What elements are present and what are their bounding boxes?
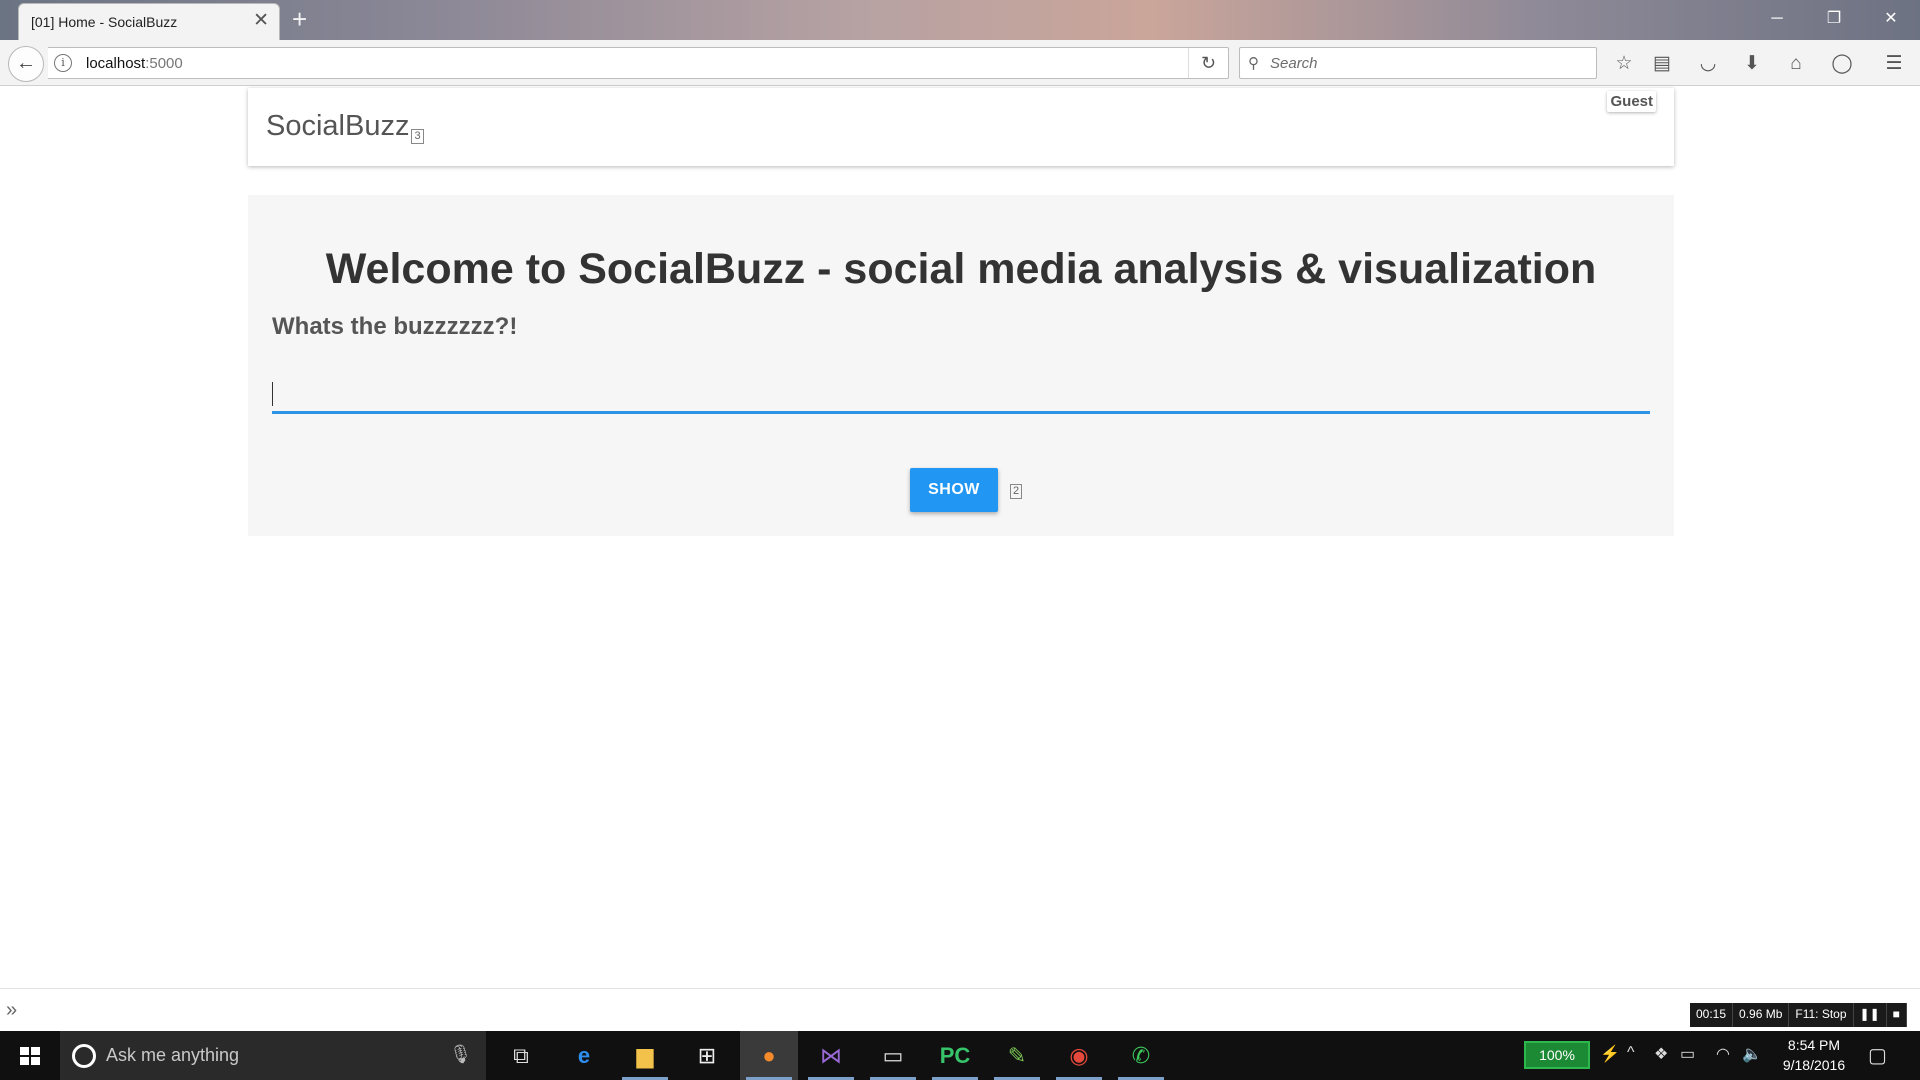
browser-search-box[interactable]: ⚲ Search [1239,47,1597,79]
hamburger-menu-icon[interactable]: ☰ [1880,50,1908,78]
site-info-icon[interactable]: i [54,54,72,72]
microphone-icon[interactable]: 🎙 [449,1044,472,1065]
notepad-icon[interactable]: ✎ [988,1031,1046,1080]
action-center-icon[interactable]: ▢ [1868,1043,1887,1068]
store-icon[interactable]: ⊞ [678,1031,736,1080]
file-explorer-icon[interactable]: ▆ [616,1031,674,1080]
windows-logo-icon [20,1047,40,1065]
edge-icon[interactable]: e [555,1031,613,1080]
pocket-icon[interactable]: ◡ [1694,50,1722,78]
dropbox-icon[interactable]: ❖ [1654,1044,1668,1064]
text-caret [272,382,273,406]
pycharm-icon[interactable]: PC [926,1031,984,1080]
task-view-icon[interactable]: ⧉ [492,1031,550,1080]
devtools-bar: » [0,988,1920,1031]
search-icon: ⚲ [1248,55,1259,72]
reading-list-icon[interactable]: ▤ [1648,50,1676,78]
minimize-icon[interactable]: ─ [1754,2,1800,36]
browser-navbar: ← i localhost:5000 ↻ ⚲ Search ☆ ▤ ◡ ⬇ ⌂ … [0,40,1920,86]
pause-icon[interactable]: ❚❚ [1854,1003,1887,1027]
battery-percentage[interactable]: 100% [1524,1041,1590,1069]
tab-title: [01] Home - SocialBuzz [31,14,178,30]
terminal-icon[interactable]: ▭ [864,1031,922,1080]
windows-taskbar: Ask me anything 🎙 ⧉ e ▆ ⊞ ● ⋈ ▭ PC ✎ ◉ ✆… [0,1031,1920,1080]
buzz-search-input[interactable] [272,370,1650,414]
search-prompt-label: Whats the buzzzzzz?! [272,313,518,340]
recorder-time: 00:15 [1690,1003,1734,1027]
cortana-placeholder: Ask me anything [106,1045,240,1065]
brand-badge: 3 [411,129,424,144]
tab-close-icon[interactable]: ✕ [253,10,269,32]
new-tab-button[interactable]: + [292,4,307,34]
bookmark-star-icon[interactable]: ☆ [1610,50,1638,78]
whatsapp-icon[interactable]: ✆ [1112,1031,1170,1080]
url-bar[interactable]: i localhost:5000 ↻ [48,47,1229,79]
chrome-icon[interactable]: ◉ [1050,1031,1108,1080]
recorder-stop-hint: F11: Stop [1789,1003,1854,1027]
brand-title[interactable]: SocialBuzz 3 [266,110,424,144]
show-hidden-icons-icon[interactable]: ^ [1627,1044,1635,1062]
search-placeholder: Search [1270,55,1318,72]
visual-studio-icon[interactable]: ⋈ [802,1031,860,1080]
back-arrow-icon[interactable]: ← [8,46,44,82]
start-button[interactable] [0,1031,60,1080]
home-icon[interactable]: ⌂ [1782,50,1810,78]
clock-date: 9/18/2016 [1782,1057,1846,1073]
recorder-size: 0.96 Mb [1733,1003,1790,1027]
show-badge: 2 [1010,484,1023,499]
download-icon[interactable]: ⬇ [1738,50,1766,78]
hero-panel: Welcome to SocialBuzz - social media ana… [248,195,1674,536]
browser-tab-active[interactable]: [01] Home - SocialBuzz ✕ [18,3,280,40]
url-text: localhost:5000 [86,55,183,72]
taskbar-clock[interactable]: 8:54 PM 9/18/2016 [1766,1035,1862,1075]
cortana-search-box[interactable]: Ask me anything 🎙 [60,1031,486,1080]
expand-arrows-icon[interactable]: » [6,999,17,1022]
chat-icon[interactable]: ◯ [1828,50,1856,78]
page-title: Welcome to SocialBuzz - social media ana… [325,245,1597,293]
browser-titlebar: [01] Home - SocialBuzz ✕ + ─ ❐ ✕ [0,0,1920,40]
reload-icon[interactable]: ↻ [1188,48,1228,78]
clock-time: 8:54 PM [1787,1037,1841,1053]
volume-icon[interactable]: 🔈 [1742,1044,1762,1064]
app-header: SocialBuzz 3 Guest [248,88,1674,166]
firefox-icon[interactable]: ● [740,1031,798,1080]
cortana-icon [72,1044,96,1068]
power-plug-icon[interactable]: ⚡ [1600,1044,1620,1064]
restore-icon[interactable]: ❐ [1811,2,1857,36]
wifi-icon[interactable]: ◠ [1716,1044,1730,1064]
close-window-icon[interactable]: ✕ [1868,2,1914,36]
screen-recorder-panel: 00:15 0.96 Mb F11: Stop ❚❚ ■ [1690,1003,1907,1027]
battery-icon[interactable]: ▭ [1680,1044,1695,1064]
user-guest-button[interactable]: Guest [1607,91,1656,112]
stop-icon[interactable]: ■ [1887,1003,1907,1027]
show-button[interactable]: SHOW [910,468,998,512]
